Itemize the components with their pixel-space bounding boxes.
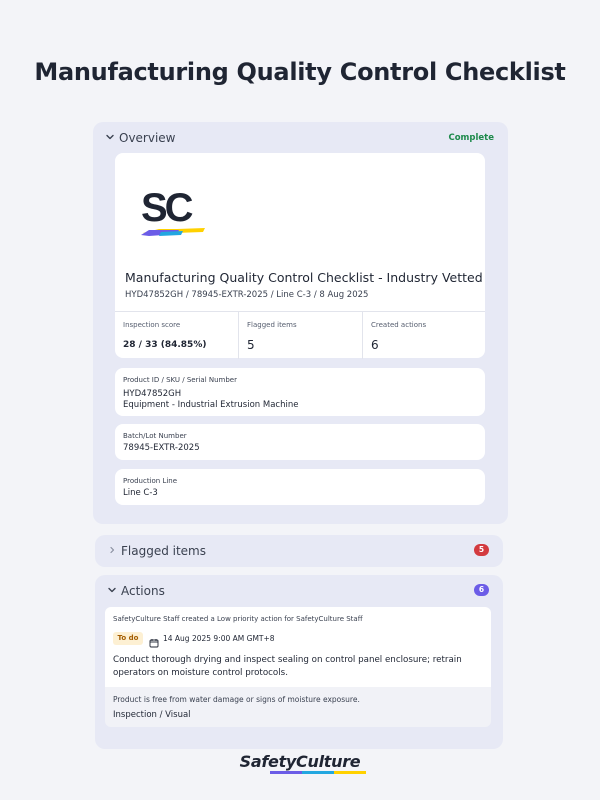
status-badge: To do xyxy=(113,632,143,645)
field-value: 78945-EXTR-2025 xyxy=(123,443,200,453)
stat-label: Inspection score xyxy=(123,321,181,329)
field-value: Equipment - Industrial Extrusion Machine xyxy=(123,400,299,410)
action-item-top: SafetyCulture Staff created a Low priori… xyxy=(105,607,491,687)
flagged-items-section[interactable]: Flagged items 5 xyxy=(95,535,503,567)
stat-value: 6 xyxy=(371,338,379,352)
stat-flagged-items: Flagged items 5 xyxy=(238,312,362,359)
stat-value: 5 xyxy=(247,338,255,352)
calendar-icon xyxy=(149,633,159,648)
chevron-down-icon[interactable] xyxy=(104,131,116,143)
flagged-items-title: Flagged items xyxy=(121,544,207,558)
action-item[interactable]: SafetyCulture Staff created a Low priori… xyxy=(105,607,491,727)
inspection-summary-card: SC Manufacturing Quality Control Checkli… xyxy=(115,153,485,359)
field-label: Product ID / SKU / Serial Number xyxy=(123,376,237,384)
overview-title: Overview xyxy=(119,131,176,145)
stat-inspection-score: Inspection score 28 / 33 (84.85%) xyxy=(115,312,238,359)
action-creator: SafetyCulture Staff created a Low priori… xyxy=(113,615,363,623)
actions-count-badge: 6 xyxy=(474,584,489,596)
field-label: Production Line xyxy=(123,477,178,485)
inspection-title: Manufacturing Quality Control Checklist … xyxy=(125,270,483,285)
field-production-line: Production Line Line C-3 xyxy=(115,469,485,505)
action-question-type: Inspection / Visual xyxy=(113,710,191,720)
stat-value: 28 / 33 (84.85%) xyxy=(123,340,207,350)
action-title: Conduct thorough drying and inspect seal… xyxy=(113,655,462,678)
actions-section: Actions 6 SafetyCulture Staff created a … xyxy=(95,575,503,749)
status-badge: Complete xyxy=(448,133,494,143)
field-value: Line C-3 xyxy=(123,488,158,498)
action-question-text: Product is free from water damage or sig… xyxy=(113,695,360,704)
due-date: 14 Aug 2025 9:00 AM GMT+8 xyxy=(163,634,275,643)
chevron-right-icon[interactable] xyxy=(106,544,118,556)
page-title: Manufacturing Quality Control Checklist xyxy=(34,58,566,86)
field-label: Batch/Lot Number xyxy=(123,432,187,440)
inspection-subtitle: HYD47852GH / 78945-EXTR-2025 / Line C-3 … xyxy=(125,290,369,300)
stat-label: Created actions xyxy=(371,321,427,329)
logo: SC xyxy=(139,183,209,239)
brand-logo-text: SafetyCulture xyxy=(239,752,361,771)
actions-header[interactable]: Actions 6 xyxy=(95,575,503,607)
field-value: HYD47852GH xyxy=(123,389,182,399)
field-batch-number: Batch/Lot Number 78945-EXTR-2025 xyxy=(115,424,485,460)
svg-text:SC: SC xyxy=(141,186,193,230)
actions-title: Actions xyxy=(121,584,165,598)
stat-label: Flagged items xyxy=(247,321,297,329)
brand-underline xyxy=(270,771,366,774)
flagged-count-badge: 5 xyxy=(474,544,489,556)
overview-header[interactable]: Overview Complete xyxy=(93,122,508,154)
action-item-question: Product is free from water damage or sig… xyxy=(105,687,491,727)
stats-row: Inspection score 28 / 33 (84.85%) Flagge… xyxy=(115,311,485,359)
stat-created-actions: Created actions 6 xyxy=(362,312,485,359)
field-product-id: Product ID / SKU / Serial Number HYD4785… xyxy=(115,368,485,416)
chevron-down-icon[interactable] xyxy=(106,584,118,596)
overview-section: Overview Complete SC Manufacturing Quali… xyxy=(93,122,508,524)
